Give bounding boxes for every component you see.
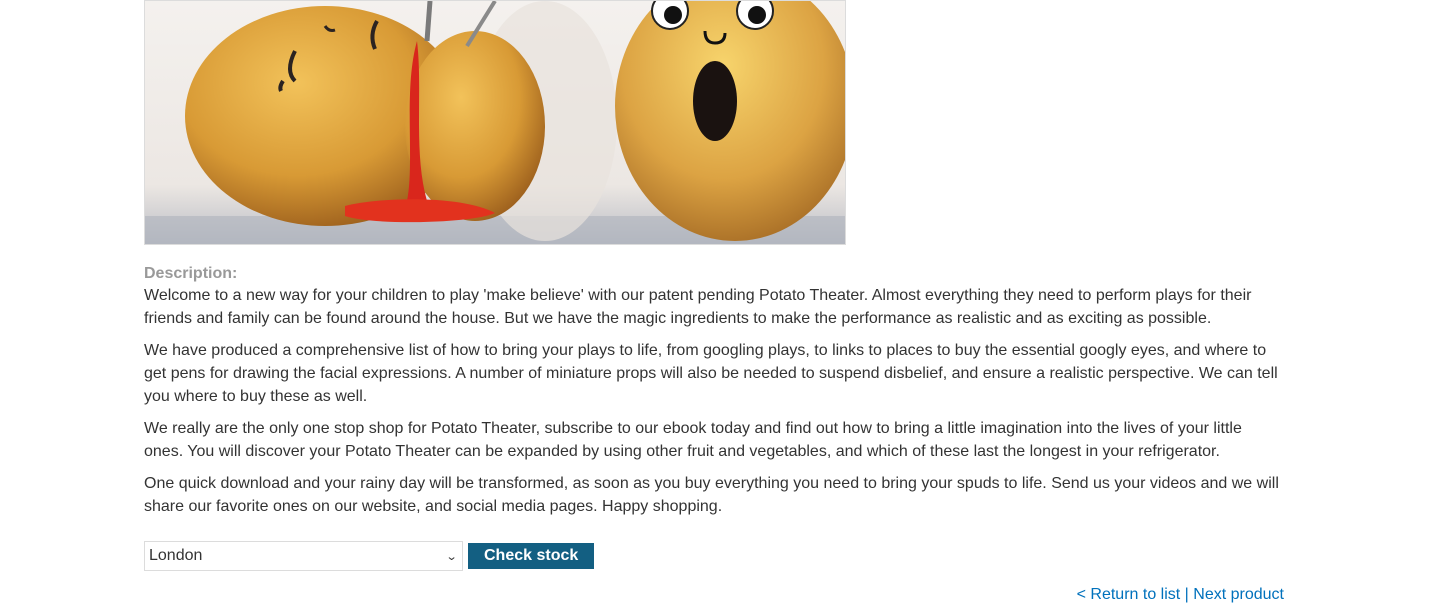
location-select-value: London: [149, 547, 203, 564]
product-page: Description: Welcome to a new way for yo…: [0, 0, 1451, 614]
product-navigation: < Return to list | Next product: [1077, 586, 1284, 604]
return-to-list-link[interactable]: < Return to list: [1077, 586, 1181, 603]
description-paragraph-4: One quick download and your rainy day wi…: [144, 475, 1279, 515]
nav-separator: |: [1184, 586, 1189, 603]
description-label: Description:: [144, 265, 238, 282]
potato-theater-photo: [145, 1, 845, 244]
next-product-link[interactable]: Next product: [1193, 586, 1284, 603]
description-paragraph-2: We have produced a comprehensive list of…: [144, 342, 1278, 405]
stock-check-form: London ⌄ Check stock: [144, 541, 595, 571]
check-stock-button[interactable]: Check stock: [468, 543, 595, 569]
product-description: Description: Welcome to a new way for yo…: [144, 264, 1284, 527]
product-image: [144, 0, 846, 245]
location-select[interactable]: London ⌄: [144, 541, 463, 571]
description-paragraph-1: Welcome to a new way for your children t…: [144, 287, 1252, 327]
description-paragraph-3: We really are the only one stop shop for…: [144, 420, 1242, 460]
chevron-down-icon: ⌄: [445, 550, 458, 563]
